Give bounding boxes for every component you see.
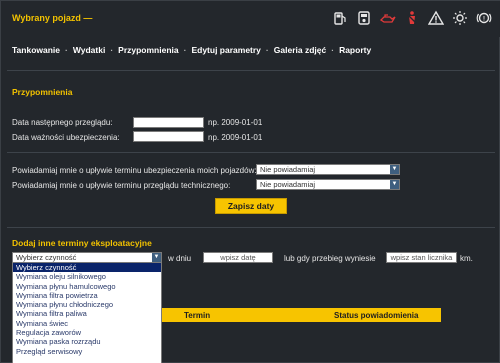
notify-inspection-label: Powiadamiaj mnie o upływie terminu przeg… [12, 181, 231, 190]
insurance-input[interactable] [133, 131, 204, 142]
dropdown-option[interactable]: Przegląd serwisowy [13, 347, 161, 356]
or-mileage-label: lub gdy przebieg wyniesie [284, 254, 376, 263]
nav-separator: · [65, 45, 68, 55]
add-terms-title: Dodaj inne terminy eksploatacyjne [12, 238, 152, 248]
dropdown-option[interactable]: Wymiana filtra powietrza [13, 291, 161, 300]
app-window: Wybrany pojazd — ! Tankowanie · Wydatki … [0, 0, 500, 363]
on-day-label: w dniu [168, 254, 192, 263]
chevron-down-icon[interactable]: ▼ [152, 253, 161, 262]
chevron-down-icon[interactable]: ▼ [390, 165, 399, 174]
oil-can-icon[interactable] [379, 9, 397, 27]
fuel-pump-icon[interactable] [331, 9, 349, 27]
nav-tankowanie[interactable]: Tankowanie [12, 45, 60, 55]
dropdown-option[interactable]: Wymiana świec [13, 319, 161, 328]
reminders-title: Przypomnienia [12, 87, 73, 97]
column-status[interactable]: Status powiadomienia [334, 311, 418, 320]
vehicle-title[interactable]: Wybrany pojazd — [12, 13, 92, 23]
nav-separator: · [265, 45, 269, 55]
activity-dropdown-list[interactable]: Wybierz czynność Wymiana oleju silnikowe… [12, 262, 162, 363]
nav-separator: · [110, 45, 114, 55]
seatbelt-icon[interactable] [403, 9, 421, 27]
lights-icon[interactable] [451, 9, 469, 27]
dropdown-option[interactable]: Wymiana płynu hamulcowego [13, 282, 161, 291]
nav-edytuj-parametry[interactable]: Edytuj parametry [191, 45, 260, 55]
indicator-row: ! [331, 9, 493, 27]
dropdown-option[interactable]: Wymiana filtra paliwa [13, 309, 161, 318]
dropdown-option[interactable]: Regulacja zaworów [13, 328, 161, 337]
notify-insurance-value: Nie powiadamiaj [260, 165, 316, 174]
divider [7, 227, 495, 228]
nav-raporty[interactable]: Raporty [339, 45, 371, 55]
notify-insurance-select[interactable]: Nie powiadamiaj ▼ [256, 164, 400, 175]
chevron-down-icon[interactable]: ▼ [390, 180, 399, 189]
nav-przypomnienia[interactable]: Przypomnienia [118, 45, 178, 55]
divider [7, 152, 495, 153]
next-inspection-label: Data następnego przeglądu: [12, 118, 113, 127]
warning-triangle-icon[interactable] [427, 9, 445, 27]
save-dates-button[interactable]: Zapisz daty [215, 198, 287, 214]
svg-text:!: ! [483, 17, 485, 23]
dropdown-option[interactable]: Wybierz czynność [13, 263, 161, 273]
column-termin[interactable]: Termin [184, 311, 210, 320]
divider [7, 70, 495, 71]
next-inspection-hint: np. 2009-01-01 [208, 118, 263, 127]
nav-galeria[interactable]: Galeria zdjęć [274, 45, 326, 55]
dropdown-option[interactable]: Wymiana płynu chłodniczego [13, 300, 161, 309]
notify-insurance-label: Powiadamiaj mnie o upływie terminu ubezp… [12, 166, 257, 175]
insurance-label: Data ważności ubezpieczenia: [12, 133, 120, 142]
header: Wybrany pojazd — ! [1, 1, 500, 37]
notify-inspection-select[interactable]: Nie powiadamiaj ▼ [256, 179, 400, 190]
main-nav: Tankowanie · Wydatki · Przypomnienia · E… [12, 45, 371, 55]
insurance-hint: np. 2009-01-01 [208, 133, 263, 142]
dropdown-option[interactable]: Wymiana oleju silnikowego [13, 272, 161, 281]
nav-wydatki[interactable]: Wydatki [73, 45, 105, 55]
activity-select-value: Wybierz czynność [16, 253, 77, 262]
nav-separator: · [183, 45, 187, 55]
dropdown-option[interactable]: Wymiana paska rozrządu [13, 337, 161, 346]
date-input[interactable]: wpisz datę [203, 252, 273, 263]
car-wash-icon[interactable] [355, 9, 373, 27]
unit-label: km. [460, 254, 473, 263]
next-inspection-input[interactable] [133, 117, 204, 128]
brake-icon[interactable]: ! [475, 9, 493, 27]
notify-inspection-value: Nie powiadamiaj [260, 180, 316, 189]
nav-separator: · [331, 45, 335, 55]
mileage-input[interactable]: wpisz stan licznika [386, 252, 457, 263]
